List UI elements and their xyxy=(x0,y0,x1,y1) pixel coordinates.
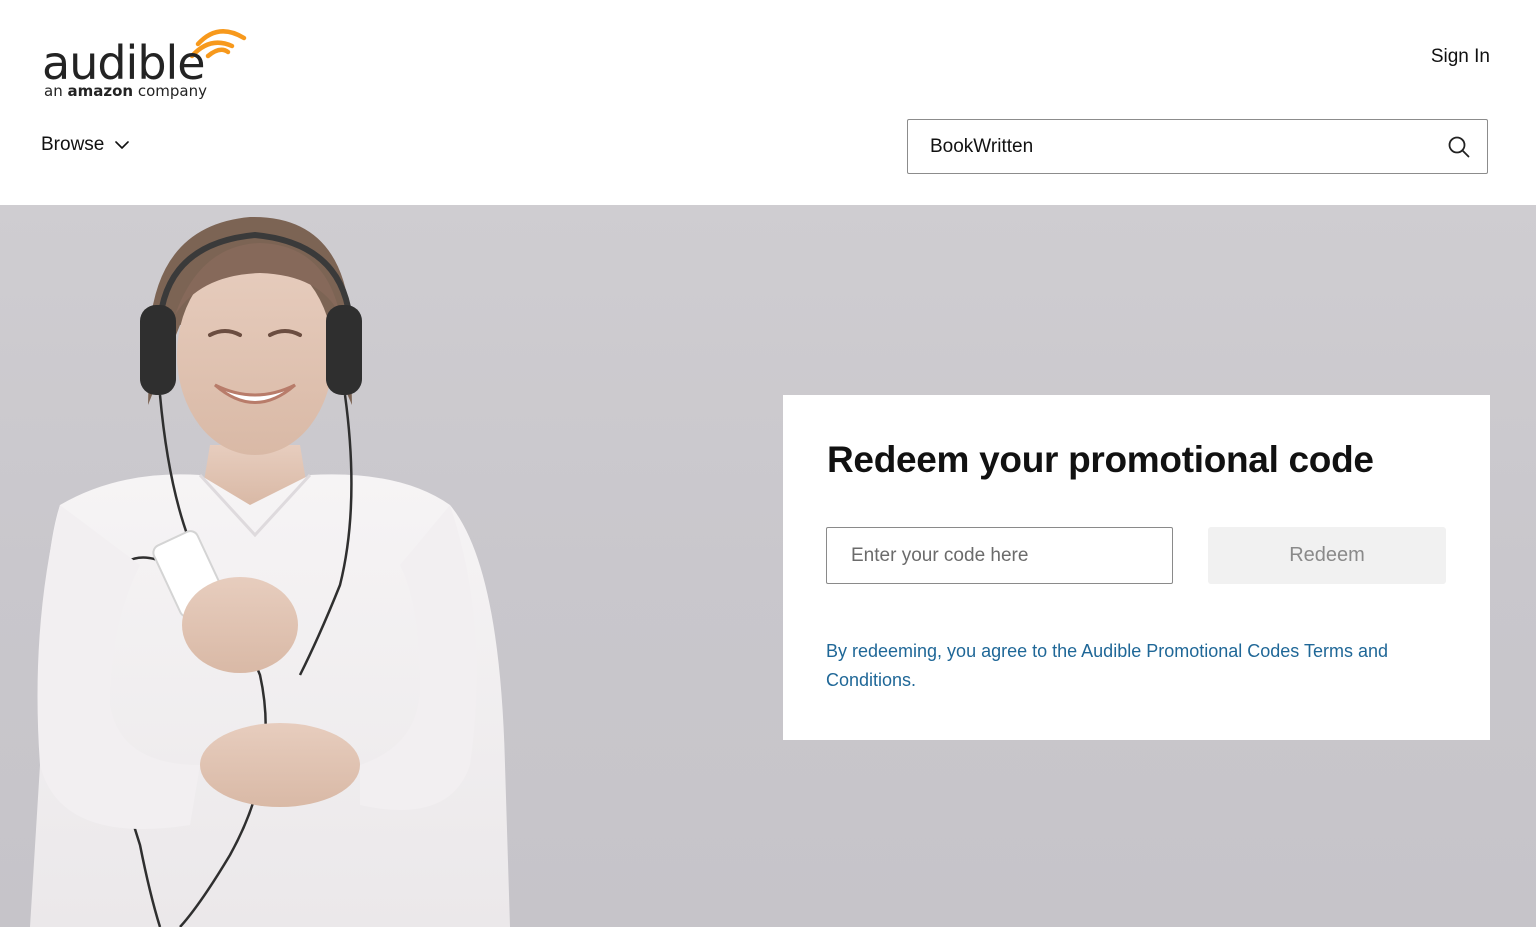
audible-logo[interactable]: audible an amazon company xyxy=(40,22,260,112)
promo-code-input[interactable] xyxy=(826,527,1173,584)
logo-tagline: an amazon company xyxy=(44,82,207,100)
sign-in-link[interactable]: Sign In xyxy=(1431,46,1490,68)
browse-menu[interactable]: Browse xyxy=(41,134,130,156)
site-header: audible an amazon company Sign In Browse xyxy=(0,0,1536,205)
redeem-button[interactable]: Redeem xyxy=(1208,527,1446,584)
redeem-title: Redeem your promotional code xyxy=(827,439,1374,480)
redeem-card: Redeem your promotional code Redeem By r… xyxy=(783,395,1490,740)
search-input[interactable] xyxy=(930,120,1430,173)
chevron-down-icon xyxy=(115,141,130,149)
logo-tagline-brand: amazon xyxy=(67,82,134,100)
search-bar xyxy=(907,119,1488,174)
hero-banner: Redeem your promotional code Redeem By r… xyxy=(0,205,1536,927)
woman-with-headphones-image xyxy=(30,216,510,927)
logo-wordmark: audible xyxy=(42,36,206,90)
logo-tagline-suffix: company xyxy=(137,82,207,100)
search-icon[interactable] xyxy=(1447,135,1471,159)
browse-label: Browse xyxy=(41,134,105,155)
logo-tagline-prefix: an xyxy=(44,82,63,100)
terms-link[interactable]: By redeeming, you agree to the Audible P… xyxy=(826,637,1426,695)
